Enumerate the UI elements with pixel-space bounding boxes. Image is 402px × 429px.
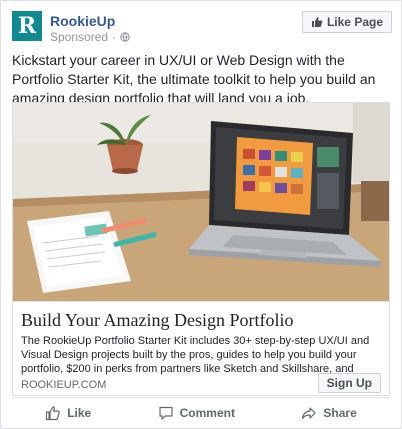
comment-button[interactable]: Comment [158, 405, 235, 421]
post-header: R RookieUp Sponsored · Like Page [12, 11, 392, 44]
sign-up-button[interactable]: Sign Up [317, 373, 381, 393]
desk-laptop-photo [13, 103, 389, 301]
comment-icon [159, 406, 173, 420]
like-button[interactable]: Like [45, 405, 91, 421]
sponsored-post: R RookieUp Sponsored · Like Page Kicksta… [0, 0, 402, 429]
link-attachment[interactable]: Build Your Amazing Design Portfolio The … [12, 102, 390, 396]
share-button[interactable]: Share [301, 405, 357, 421]
like-page-button[interactable]: Like Page [301, 11, 392, 33]
sponsored-label[interactable]: Sponsored [50, 30, 108, 44]
post-text: Kickstart your career in UX/UI or Web De… [12, 52, 376, 106]
like-label: Like [67, 406, 92, 420]
link-title[interactable]: Build Your Amazing Design Portfolio [21, 310, 381, 331]
share-icon [302, 407, 317, 420]
hero-image[interactable] [13, 103, 389, 301]
link-domain: ROOKIEUP.COM [21, 379, 107, 391]
like-page-label: Like Page [326, 15, 383, 29]
avatar[interactable]: R [12, 11, 42, 41]
thumbs-up-icon [311, 17, 323, 27]
link-info[interactable]: Build Your Amazing Design Portfolio The … [13, 301, 389, 395]
thumbs-up-icon [46, 406, 60, 421]
separator: · [112, 30, 117, 44]
page-name[interactable]: RookieUp [50, 13, 115, 29]
post-meta: Sponsored · [50, 30, 130, 44]
comment-label: Comment [179, 406, 235, 420]
link-description: The RookieUp Portfolio Starter Kit inclu… [21, 335, 370, 375]
globe-icon [120, 32, 130, 42]
post-actions: Like Comment Share [12, 397, 390, 428]
share-label: Share [323, 406, 357, 420]
